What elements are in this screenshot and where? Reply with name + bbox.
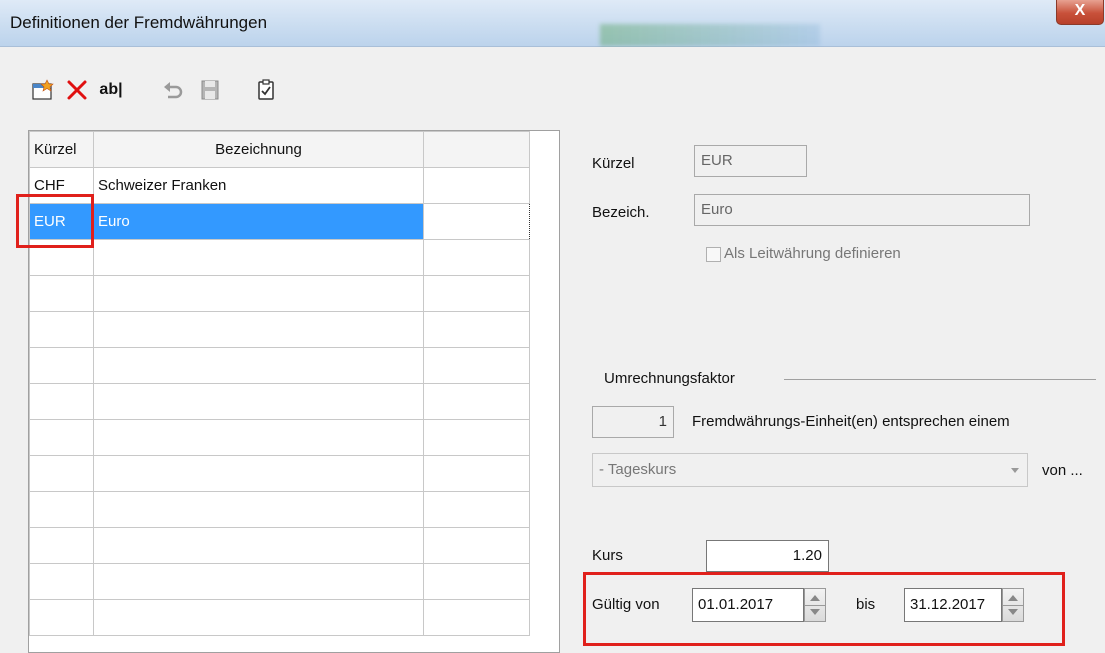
cell-empty[interactable] bbox=[93, 455, 424, 492]
code-field[interactable]: EUR bbox=[694, 145, 807, 177]
conversion-group-title: Umrechnungsfaktor bbox=[604, 370, 735, 387]
cell-empty[interactable] bbox=[29, 455, 94, 492]
clipboard-check-icon[interactable] bbox=[254, 78, 278, 102]
delete-icon[interactable] bbox=[64, 78, 90, 102]
table-row-empty[interactable] bbox=[29, 455, 530, 492]
cell-empty[interactable] bbox=[423, 311, 530, 348]
window-title: Definitionen der Fremdwährungen bbox=[10, 13, 268, 32]
cell-empty[interactable] bbox=[423, 239, 530, 276]
cell-empty[interactable] bbox=[423, 419, 530, 456]
cell-empty[interactable] bbox=[423, 347, 530, 384]
cell-name[interactable]: Euro bbox=[93, 203, 424, 240]
column-header-code[interactable]: Kürzel bbox=[29, 131, 94, 168]
table-row-empty[interactable] bbox=[29, 311, 530, 348]
table-row-empty[interactable] bbox=[29, 527, 530, 564]
cell-empty[interactable] bbox=[29, 599, 94, 636]
code-label: Kürzel bbox=[592, 155, 635, 172]
cell-empty[interactable] bbox=[423, 455, 530, 492]
currency-grid[interactable]: Kürzel Bezeichnung CHF Schweizer Franken… bbox=[28, 130, 560, 653]
rate-field[interactable]: 1.20 bbox=[706, 540, 829, 572]
table-row-empty[interactable] bbox=[29, 275, 530, 312]
close-button[interactable]: X bbox=[1056, 0, 1104, 25]
cell-empty[interactable] bbox=[423, 275, 530, 312]
leitwaehrung-checkbox[interactable] bbox=[706, 247, 721, 262]
table-row-empty[interactable] bbox=[29, 491, 530, 528]
cell-empty[interactable] bbox=[29, 275, 94, 312]
cell-empty[interactable] bbox=[29, 311, 94, 348]
cell-extra[interactable] bbox=[423, 167, 530, 204]
table-row[interactable]: CHF Schweizer Franken bbox=[29, 167, 530, 204]
table-row-selected[interactable]: EUR Euro bbox=[29, 203, 530, 240]
table-row-empty[interactable] bbox=[29, 383, 530, 420]
cell-empty[interactable] bbox=[93, 491, 424, 528]
cell-empty[interactable] bbox=[29, 347, 94, 384]
cell-empty[interactable] bbox=[423, 491, 530, 528]
leitwaehrung-label: Als Leitwährung definieren bbox=[724, 245, 901, 262]
cell-empty[interactable] bbox=[93, 347, 424, 384]
rate-type-select[interactable]: - Tageskurs bbox=[592, 453, 1028, 487]
cell-empty[interactable] bbox=[93, 383, 424, 420]
rename-label: ab| bbox=[99, 81, 123, 98]
cell-empty[interactable] bbox=[93, 419, 424, 456]
cell-empty[interactable] bbox=[423, 599, 530, 636]
save-icon[interactable] bbox=[198, 78, 222, 102]
rate-label: Kurs bbox=[592, 547, 623, 564]
rate-type-value: - Tageskurs bbox=[599, 461, 677, 478]
name-label: Bezeich. bbox=[592, 204, 650, 221]
table-row-empty[interactable] bbox=[29, 419, 530, 456]
units-field[interactable]: 1 bbox=[592, 406, 674, 438]
cell-empty[interactable] bbox=[423, 383, 530, 420]
cell-empty[interactable] bbox=[93, 239, 424, 276]
background-window-ghost bbox=[600, 24, 820, 46]
cell-empty[interactable] bbox=[29, 491, 94, 528]
table-row-empty[interactable] bbox=[29, 239, 530, 276]
cell-extra[interactable] bbox=[423, 203, 530, 240]
grid-header-row: Kürzel Bezeichnung bbox=[29, 131, 530, 168]
title-bar: Definitionen der Fremdwährungen X bbox=[0, 0, 1105, 47]
cell-empty[interactable] bbox=[29, 383, 94, 420]
table-row-empty[interactable] bbox=[29, 599, 530, 636]
cell-name[interactable]: Schweizer Franken bbox=[93, 167, 424, 204]
name-field[interactable]: Euro bbox=[694, 194, 1030, 226]
highlight-eur-code bbox=[16, 194, 94, 248]
undo-icon[interactable] bbox=[160, 78, 186, 102]
cell-empty[interactable] bbox=[423, 563, 530, 600]
cell-empty[interactable] bbox=[93, 275, 424, 312]
cell-empty[interactable] bbox=[29, 527, 94, 564]
new-record-icon[interactable] bbox=[30, 78, 56, 102]
currency-table: Kürzel Bezeichnung CHF Schweizer Franken… bbox=[29, 131, 530, 636]
units-label: Fremdwährungs-Einheit(en) entsprechen ei… bbox=[692, 413, 1010, 430]
chevron-down-icon bbox=[1011, 468, 1019, 473]
cell-empty[interactable] bbox=[93, 311, 424, 348]
column-header-extra[interactable] bbox=[423, 131, 530, 168]
cell-empty[interactable] bbox=[93, 527, 424, 564]
highlight-validity-dates bbox=[583, 572, 1065, 646]
cell-empty[interactable] bbox=[93, 599, 424, 636]
cell-empty[interactable] bbox=[29, 419, 94, 456]
von-label: von ... bbox=[1042, 462, 1083, 479]
group-divider bbox=[784, 379, 1096, 380]
cell-empty[interactable] bbox=[29, 563, 94, 600]
cell-empty[interactable] bbox=[423, 527, 530, 564]
cell-empty[interactable] bbox=[93, 563, 424, 600]
rename-icon[interactable]: ab| bbox=[96, 78, 126, 102]
table-row-empty[interactable] bbox=[29, 563, 530, 600]
column-header-name[interactable]: Bezeichnung bbox=[93, 131, 424, 168]
table-row-empty[interactable] bbox=[29, 347, 530, 384]
